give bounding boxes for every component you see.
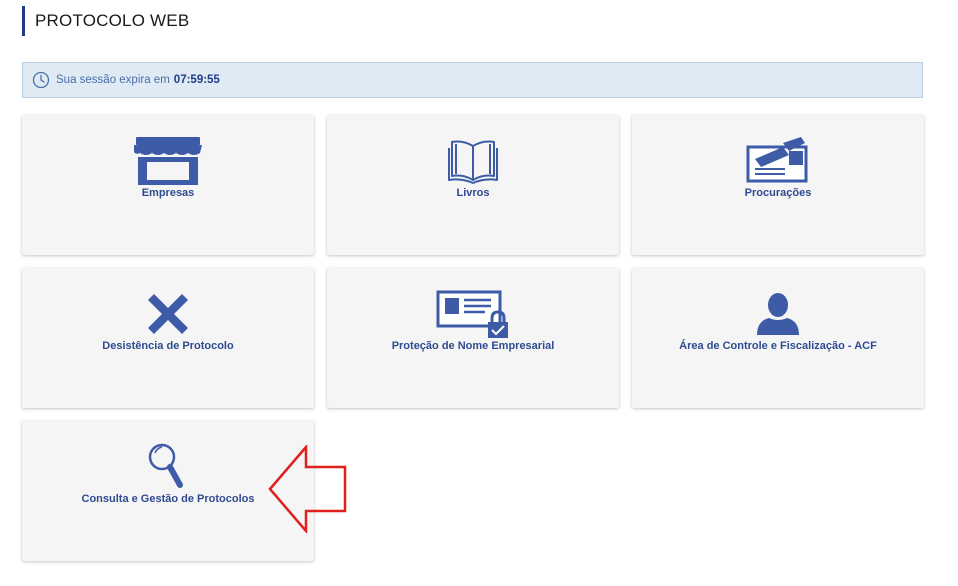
card-protecao-nome-empresarial[interactable]: Proteção de Nome Empresarial <box>327 268 619 408</box>
x-mark-icon <box>22 286 314 342</box>
card-label: Área de Controle e Fiscalização - ACF <box>679 340 877 352</box>
clock-icon <box>32 71 50 89</box>
card-label: Empresas <box>141 187 195 199</box>
open-book-icon <box>327 133 619 189</box>
card-label: Livros <box>456 187 490 199</box>
card-label: Procurações <box>744 187 812 199</box>
user-silhouette-icon <box>632 286 924 342</box>
card-label: Desistência de Protocolo <box>102 340 234 352</box>
page: PROTOCOLO WEB Sua sessão expira em 07:59… <box>0 0 958 586</box>
page-title: PROTOCOLO WEB <box>35 11 190 30</box>
session-expiry-time: 07:59:55 <box>173 74 220 86</box>
session-expiry-banner: Sua sessão expira em 07:59:55 <box>22 62 923 98</box>
card-desistencia-protocolo[interactable]: Desistência de Protocolo <box>22 268 314 408</box>
card-label: Proteção de Nome Empresarial <box>391 340 555 352</box>
page-header: PROTOCOLO WEB <box>22 6 189 36</box>
session-expiry-label: Sua sessão expira em <box>56 74 170 86</box>
card-empresas[interactable]: Empresas <box>22 115 314 255</box>
locked-id-card-icon <box>327 286 619 342</box>
card-procuracoes[interactable]: Procurações <box>632 115 924 255</box>
card-area-controle-fiscalizacao[interactable]: Área de Controle e Fiscalização - ACF <box>632 268 924 408</box>
storefront-icon <box>22 133 314 189</box>
card-livros[interactable]: Livros <box>327 115 619 255</box>
annotation-arrow-icon <box>268 445 347 533</box>
signed-document-icon <box>632 133 924 189</box>
